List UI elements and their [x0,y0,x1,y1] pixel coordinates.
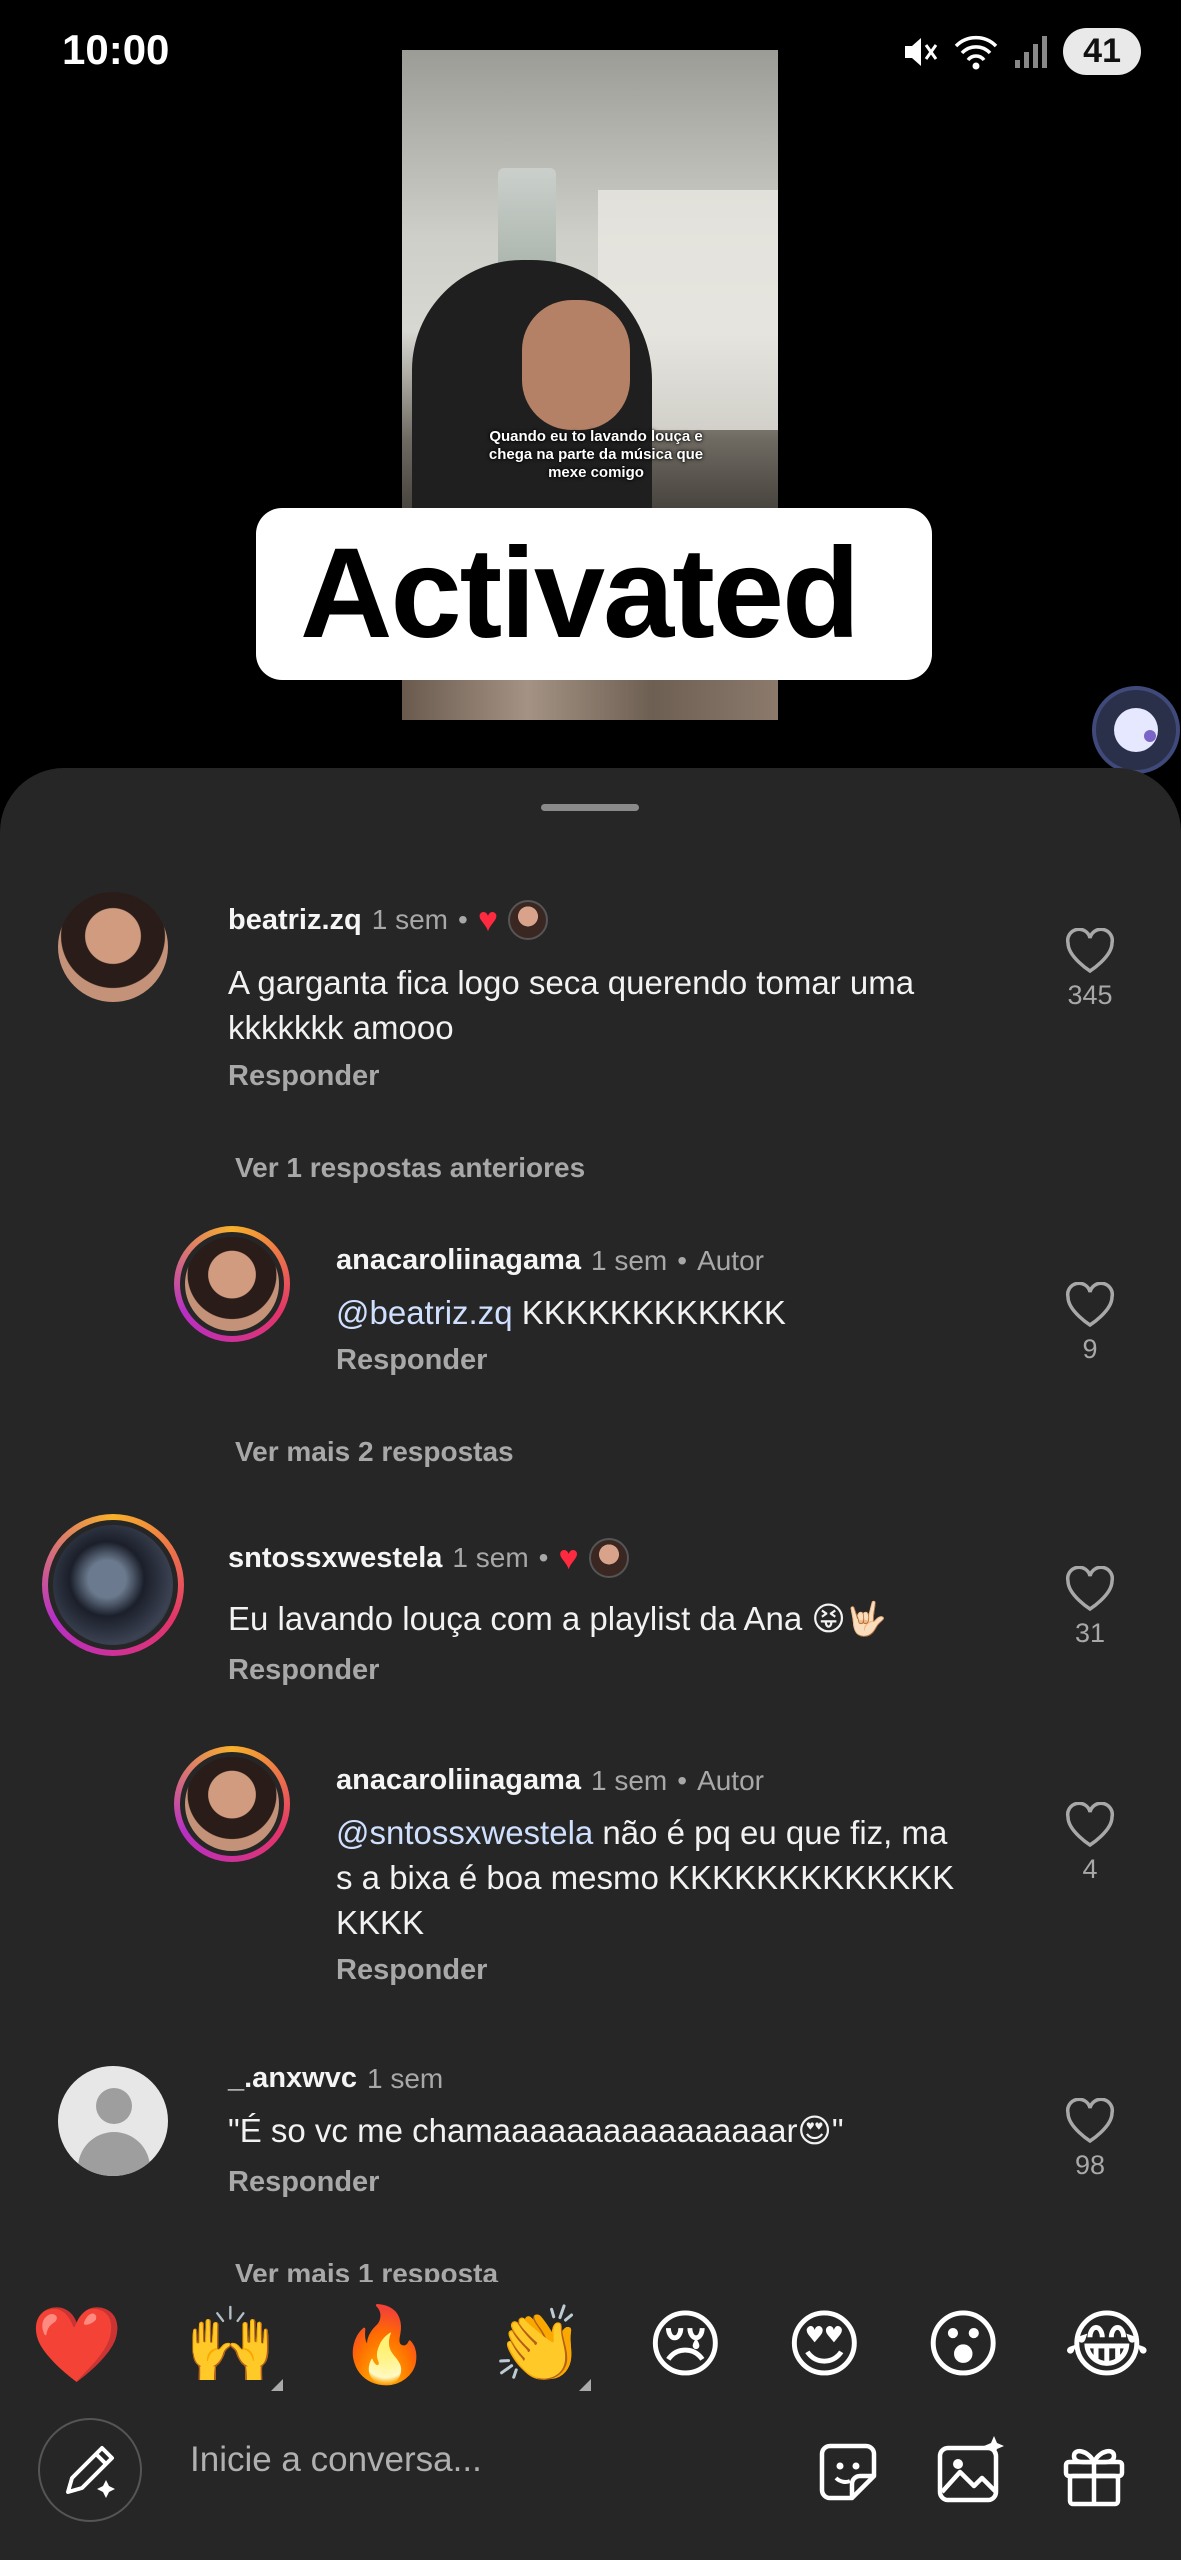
like-count: 4 [1082,1854,1098,1884]
skin-tone-corner-icon [271,2378,283,2391]
separator-dot: • [677,1244,688,1276]
view-previous-replies[interactable]: Ver 1 respostas anteriores [235,1152,585,1184]
clipped-region: Ver mais 1 resposta [0,2258,1181,2282]
emoji-clapping[interactable]: 👏 [492,2302,591,2391]
author-badge: Autor [697,1764,764,1796]
sticker-icon[interactable] [810,2434,886,2510]
comment-meta: _.anxwvc 1 sem [228,2062,443,2095]
emoji-reaction-bar: ❤️ 🙌 🔥 👏 😢 😍 😮 😂 [0,2290,1181,2400]
comment-time: 1 sem [591,1244,668,1276]
heart-outline-icon [1065,928,1115,974]
comment-username[interactable]: _.anxwvc [228,2062,357,2095]
like-count: 345 [1067,980,1113,1010]
comment-meta: anacaroliinagama 1 sem • Autor [336,1764,764,1797]
wifi-icon [954,35,998,69]
separator-dot: • [677,1764,688,1796]
emoji-surprised[interactable]: 😮 [925,2302,1002,2388]
separator-dot: • [458,904,468,935]
avatar[interactable] [42,1514,184,1656]
video-face [522,300,630,430]
heart-outline-icon [1065,2098,1115,2144]
image-sparkle-icon[interactable] [932,2434,1008,2510]
like-button[interactable]: 345 [1050,928,1130,1011]
avatar[interactable] [174,1226,290,1342]
comment-text: @beatriz.zq KKKKKKKKKKKK [336,1290,976,1335]
avatar[interactable] [58,892,168,1002]
comment-meta: beatriz.zq 1 sem • ♥ [228,900,548,940]
view-more-replies[interactable]: Ver mais 2 respostas [235,1436,514,1468]
comment-time: 1 sem [591,1764,668,1796]
emoji-raising-hands-glyph: 🙌 [184,2302,277,2386]
emoji-fire[interactable]: 🔥 [339,2302,431,2389]
emoji-heart-eyes[interactable]: 😍 [786,2302,863,2388]
bubble-dot [1144,730,1156,742]
heart-outline-icon [1065,1566,1115,1612]
mention-link[interactable]: @beatriz.zq [336,1294,513,1331]
reply-button[interactable]: Responder [228,1654,379,1687]
gift-icon[interactable] [1056,2434,1132,2510]
ai-write-button[interactable] [38,2418,142,2522]
mention-link[interactable]: @sntossxwestela [336,1814,593,1851]
reply-button[interactable]: Responder [336,1344,487,1377]
heart-outline-icon [1065,1282,1115,1328]
floating-assistant-bubble[interactable] [1096,690,1176,770]
avatar-image [48,1520,178,1650]
avatar-image [180,1752,284,1856]
sheet-drag-handle[interactable] [541,804,639,811]
comment-time: 1 sem [452,1542,529,1573]
avatar[interactable] [58,2066,168,2176]
view-more-replies[interactable]: Ver mais 1 resposta [235,2258,498,2282]
avatar[interactable] [174,1746,290,1862]
heart-outline-icon [1065,1802,1115,1848]
comment-text: @sntossxwestela não é pq eu que fiz, mas… [336,1810,956,1945]
avatar-head [96,2088,132,2124]
reply-button[interactable]: Responder [336,1954,487,1987]
reply-button[interactable]: Responder [228,2166,379,2199]
comment-text: "É so vc me chamaaaaaaaaaaaaaaaar😍" [228,2112,844,2149]
comment-text: Eu lavando louça com a playlist da Ana 😝… [228,1600,887,1637]
comment-meta: anacaroliinagama 1 sem • Autor [336,1244,764,1277]
separator-dot: • [538,1542,549,1573]
mute-icon [905,37,938,66]
emoji-heart[interactable]: ❤️ [31,2302,123,2389]
comment-username[interactable]: anacaroliinagama [336,1244,581,1277]
comment-body: KKKKKKKKKKKK [512,1294,786,1331]
like-button[interactable]: 4 [1050,1802,1130,1885]
comment-meta: sntossxwestela 1 sem • ♥ [228,1538,629,1578]
author-liked-heart-icon: ♥ [477,900,498,939]
author-avatar-mini [588,1538,629,1578]
like-count: 9 [1082,1334,1098,1364]
comment-text: A garganta fica logo seca querendo tomar… [228,964,915,1046]
author-avatar-mini [508,900,548,940]
skin-tone-corner-icon [578,2378,591,2391]
avatar-body [78,2132,150,2176]
author-liked-heart-icon: ♥ [558,1538,579,1577]
emoji-clapping-glyph: 👏 [492,2302,585,2386]
author-badge: Autor [697,1244,764,1276]
like-button[interactable]: 31 [1050,1566,1130,1649]
status-icons: 41 [899,28,1141,75]
comment-username[interactable]: anacaroliinagama [336,1764,581,1797]
status-time: 10:00 [62,26,170,73]
emoji-raising-hands[interactable]: 🙌 [184,2302,283,2391]
emoji-laughing[interactable]: 😂 [1064,2302,1150,2388]
signal-icon [1015,35,1048,68]
like-count: 31 [1074,1618,1106,1648]
video-caption: Quando eu to lavando louça e chega na pa… [488,428,704,481]
activated-sticker: Activated [256,508,932,680]
avatar-image [180,1232,284,1336]
comment-composer: Inicie a conversa... [0,2410,1181,2560]
emoji-crying[interactable]: 😢 [647,2302,724,2388]
comment-time: 1 sem [366,2062,444,2094]
comment-username[interactable]: beatriz.zq [228,904,362,937]
comment-time: 1 sem [371,904,448,935]
battery-indicator: 41 [1063,28,1141,75]
reply-button[interactable]: Responder [228,1060,379,1093]
like-count: 98 [1074,2150,1106,2180]
comment-username[interactable]: sntossxwestela [228,1542,442,1575]
like-button[interactable]: 9 [1050,1282,1130,1365]
like-button[interactable]: 98 [1050,2098,1130,2181]
comment-input[interactable]: Inicie a conversa... [190,2440,482,2480]
pencil-sparkle-icon [66,2446,115,2498]
